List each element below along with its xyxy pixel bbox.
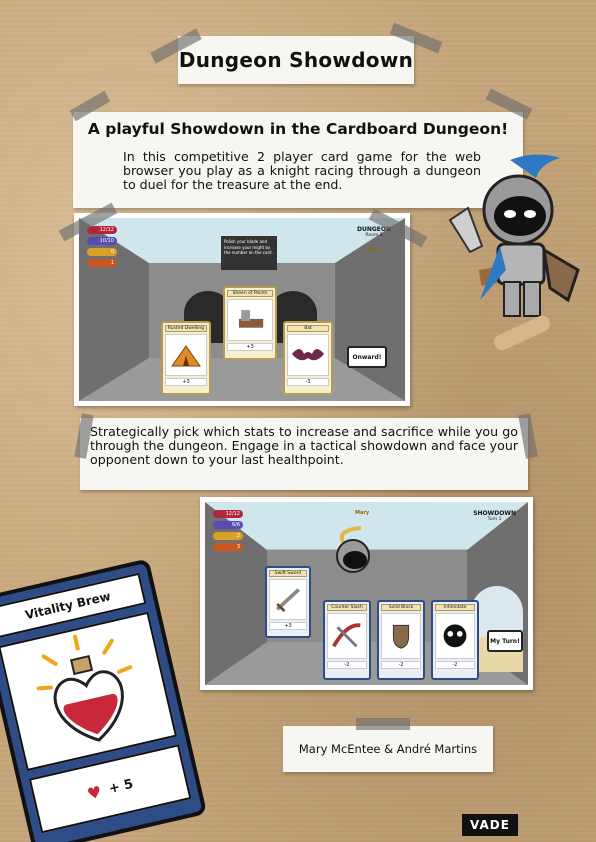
showdown-card[interactable]: Solid Block -2 <box>377 600 425 680</box>
heart-icon: ♥ <box>85 781 104 804</box>
my-turn-button[interactable]: My Turn! <box>487 630 523 652</box>
player-name: Mary <box>367 248 381 253</box>
gold-bar: 0 <box>87 248 117 256</box>
potion-icon <box>0 611 178 772</box>
title-panel: Dungeon Showdown <box>178 36 414 84</box>
stamina-bar: 6/6 <box>213 521 243 529</box>
health-bar: 12/12 <box>213 510 243 518</box>
showdown-scene: 12/12 6/6 2 3 Mary SHOWDOWN Turn 1 Swift… <box>205 502 528 685</box>
intro-body: In this competitive 2 player card game f… <box>123 149 481 192</box>
tape <box>356 718 410 730</box>
player-hud: 12/12 10/10 0 1 <box>87 226 117 270</box>
knight-character-art <box>448 154 580 351</box>
dungeon-card[interactable]: Sheen of Points +3 <box>223 286 277 360</box>
onward-button[interactable]: Onward! <box>347 346 387 368</box>
card-stat: +3 <box>227 343 273 351</box>
might-bar: 1 <box>87 259 117 267</box>
intro-heading: A playful Showdown in the Cardboard Dung… <box>87 120 509 138</box>
card-stat: -2 <box>435 660 475 669</box>
player-hud: 12/12 6/6 2 3 <box>213 510 243 554</box>
health-bar: 12/12 <box>87 226 117 234</box>
dungeon-status: DUNGEON Room 3 Mary <box>357 226 391 253</box>
angry-face-icon <box>435 613 475 659</box>
whetstone-icon <box>227 299 273 341</box>
slash-icon <box>327 613 367 659</box>
dungeon-card[interactable]: Rusted Dwelling +3 <box>161 321 211 395</box>
player-name: Mary <box>355 510 370 516</box>
card-name: Rusted Dwelling <box>165 325 207 332</box>
card-stat: +3 <box>165 378 207 386</box>
turn-label: Turn 1 <box>487 517 502 522</box>
flavor-tooltip: Polish your blade and increase your migh… <box>221 236 277 270</box>
card-stat: -2 <box>381 660 421 669</box>
showdown-card[interactable]: Counter Slash -2 <box>323 600 371 680</box>
credits-text: Mary McEntee & André Martins <box>298 742 478 756</box>
gold-bar: 2 <box>213 532 243 540</box>
vade-logo: VADE <box>462 814 518 836</box>
might-bar: 3 <box>213 543 243 551</box>
card-stat: -2 <box>327 660 367 669</box>
showdown-header: SHOWDOWN <box>473 510 516 517</box>
card-name: Counter Slash <box>327 604 367 611</box>
dungeon-card[interactable]: Bat -3 <box>283 321 333 395</box>
strategy-text: Strategically pick which stats to increa… <box>90 424 518 467</box>
bat-icon <box>287 334 329 376</box>
card-name: Intimidate <box>435 604 475 611</box>
shield-icon <box>381 613 421 659</box>
showdown-card[interactable]: Swift Sword +3 <box>265 566 311 638</box>
card-name: Swift Sword <box>269 570 307 577</box>
page-title: Dungeon Showdown <box>178 48 414 72</box>
card-stat: +3 <box>269 621 307 630</box>
sword-icon <box>269 579 307 620</box>
showdown-screenshot: 12/12 6/6 2 3 Mary SHOWDOWN Turn 1 Swift… <box>200 497 533 690</box>
strategy-panel: Strategically pick which stats to increa… <box>80 418 528 490</box>
dungeon-screenshot: 12/12 10/10 0 1 DUNGEON Room 3 Mary Poli… <box>74 213 410 406</box>
tent-icon <box>165 334 207 376</box>
dungeon-scene: 12/12 10/10 0 1 DUNGEON Room 3 Mary Poli… <box>79 218 405 401</box>
showdown-card[interactable]: Intimidate -2 <box>431 600 479 680</box>
stamina-bar: 10/10 <box>87 237 117 245</box>
room-label: Room 3 <box>365 233 383 238</box>
credits-panel: Mary McEntee & André Martins <box>283 726 493 772</box>
showdown-status: SHOWDOWN Turn 1 <box>473 510 516 522</box>
card-stat: -3 <box>287 378 329 386</box>
big-card-stat: + 5 <box>107 776 135 797</box>
card-name: Sheen of Points <box>227 290 273 297</box>
card-name: Solid Block <box>381 604 421 611</box>
card-name: Bat <box>287 325 329 332</box>
